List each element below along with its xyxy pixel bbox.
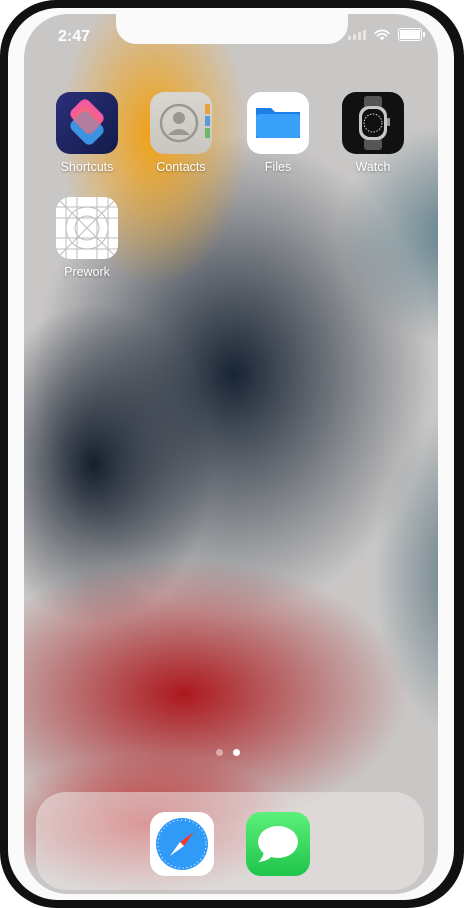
- dock: [36, 792, 424, 890]
- app-prework[interactable]: Prework: [47, 197, 127, 279]
- shortcuts-icon: [56, 92, 118, 154]
- phone-frame: 2:47 Shortcuts Contacts Files Watch Prew…: [0, 0, 464, 908]
- page-indicator[interactable]: [216, 749, 240, 756]
- messages-icon: [258, 826, 298, 862]
- notch: [116, 14, 348, 44]
- app-watch[interactable]: Watch: [333, 92, 413, 174]
- app-label: Files: [264, 160, 292, 174]
- app-files[interactable]: Files: [238, 92, 318, 174]
- app-label: Contacts: [156, 160, 206, 174]
- status-time: 2:47: [58, 28, 91, 45]
- prework-icon: [56, 197, 118, 259]
- app-shortcuts[interactable]: Shortcuts: [47, 92, 127, 174]
- safari-icon: [156, 818, 208, 870]
- dock-app-safari[interactable]: [150, 812, 214, 876]
- files-icon: [247, 92, 309, 154]
- page-dot-current[interactable]: [233, 749, 240, 756]
- wifi-icon: [374, 28, 390, 40]
- page-dot[interactable]: [216, 749, 223, 756]
- status-icons: [348, 28, 425, 41]
- contacts-icon: [150, 92, 212, 154]
- battery-icon: [398, 28, 425, 41]
- app-label: Shortcuts: [60, 160, 114, 174]
- dock-app-messages[interactable]: [246, 812, 310, 876]
- cellular-signal-icon: [348, 29, 366, 40]
- app-label: Prework: [64, 265, 110, 279]
- app-label: Watch: [355, 160, 391, 174]
- app-contacts[interactable]: Contacts: [141, 92, 221, 174]
- watch-icon: [342, 92, 404, 154]
